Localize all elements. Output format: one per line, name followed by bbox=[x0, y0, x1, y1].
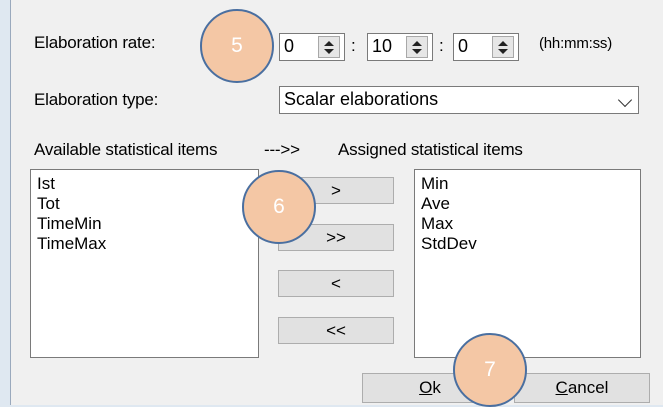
spin-up-icon[interactable] bbox=[412, 40, 422, 46]
elaboration-type-select[interactable]: Scalar elaborations bbox=[279, 86, 639, 114]
spin-up-icon[interactable] bbox=[324, 40, 334, 46]
spin-up-icon[interactable] bbox=[498, 40, 508, 46]
time-separator: : bbox=[439, 36, 444, 55]
seconds-spinner[interactable] bbox=[492, 36, 514, 58]
time-format-hint: (hh:mm:ss) bbox=[539, 35, 613, 52]
hours-spinner[interactable] bbox=[318, 36, 340, 58]
seconds-value: 0 bbox=[458, 36, 469, 56]
assigned-items-list[interactable]: Min Ave Max StdDev bbox=[414, 169, 641, 358]
callout-step-7: 7 bbox=[453, 333, 527, 407]
list-item[interactable]: Ist bbox=[37, 174, 252, 194]
spin-down-icon[interactable] bbox=[498, 48, 508, 54]
chevron-down-icon[interactable] bbox=[617, 92, 633, 108]
hours-value: 0 bbox=[284, 36, 295, 56]
ok-label: k bbox=[432, 378, 441, 397]
minutes-field[interactable]: 10 bbox=[367, 33, 433, 61]
list-item[interactable]: Tot bbox=[37, 194, 252, 214]
minutes-spinner[interactable] bbox=[406, 36, 428, 58]
list-item[interactable]: Max bbox=[421, 214, 634, 234]
minutes-value: 10 bbox=[372, 36, 393, 56]
assigned-items-label: Assigned statistical items bbox=[338, 140, 523, 159]
time-separator: : bbox=[351, 36, 356, 55]
callout-step-6: 6 bbox=[242, 170, 316, 244]
list-item[interactable]: Ave bbox=[421, 194, 634, 214]
transfer-arrow-label: --->> bbox=[264, 140, 300, 159]
list-item[interactable]: StdDev bbox=[421, 234, 634, 254]
seconds-field[interactable]: 0 bbox=[453, 33, 519, 61]
cancel-label: ancel bbox=[567, 378, 609, 397]
available-items-list[interactable]: Ist Tot TimeMin TimeMax bbox=[30, 169, 259, 358]
callout-step-5: 5 bbox=[200, 9, 274, 83]
hours-field[interactable]: 0 bbox=[279, 33, 345, 61]
spin-down-icon[interactable] bbox=[412, 48, 422, 54]
list-item[interactable]: TimeMax bbox=[37, 234, 252, 254]
list-item[interactable]: Min bbox=[421, 174, 634, 194]
available-items-label: Available statistical items bbox=[34, 140, 218, 159]
remove-all-button[interactable]: << bbox=[278, 317, 394, 344]
list-item[interactable]: TimeMin bbox=[37, 214, 252, 234]
spin-down-icon[interactable] bbox=[324, 48, 334, 54]
elaboration-type-label: Elaboration type: bbox=[34, 90, 159, 109]
ok-mnemonic: O bbox=[419, 378, 433, 397]
elaboration-rate-label: Elaboration rate: bbox=[34, 33, 156, 52]
cancel-mnemonic: C bbox=[555, 378, 568, 397]
elaboration-type-value: Scalar elaborations bbox=[284, 89, 439, 109]
remove-selected-button[interactable]: < bbox=[278, 270, 394, 297]
cancel-button[interactable]: Cancel bbox=[514, 373, 650, 403]
